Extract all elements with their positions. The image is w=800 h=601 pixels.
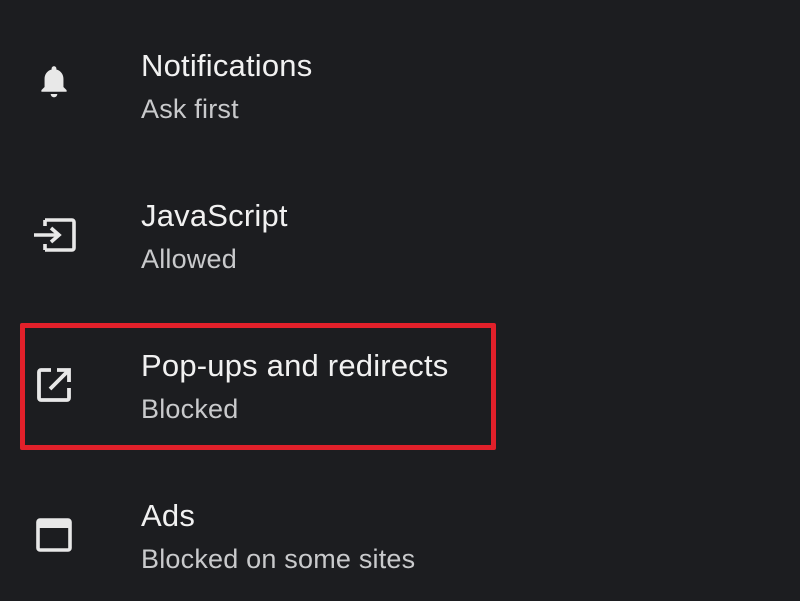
setting-title: JavaScript <box>141 198 288 233</box>
setting-row-ads[interactable]: Ads Blocked on some sites <box>0 450 800 600</box>
setting-row-javascript[interactable]: JavaScript Allowed <box>0 150 800 300</box>
open-in-new-icon <box>30 361 78 409</box>
site-settings-screen: Notifications Ask first JavaScript Allow… <box>0 0 800 601</box>
setting-subtitle: Blocked on some sites <box>141 544 416 574</box>
setting-subtitle: Allowed <box>141 244 237 274</box>
setting-title: Notifications <box>141 48 313 83</box>
javascript-icon <box>30 211 78 259</box>
setting-row-notifications[interactable]: Notifications Ask first <box>0 0 800 150</box>
setting-title: Pop-ups and redirects <box>141 348 449 383</box>
bell-icon <box>30 58 78 106</box>
setting-row-popups-and-redirects[interactable]: Pop-ups and redirects Blocked <box>0 300 800 450</box>
setting-title: Ads <box>141 498 196 533</box>
setting-subtitle: Blocked <box>141 394 239 424</box>
ads-window-icon <box>30 511 78 559</box>
setting-subtitle: Ask first <box>141 94 239 124</box>
